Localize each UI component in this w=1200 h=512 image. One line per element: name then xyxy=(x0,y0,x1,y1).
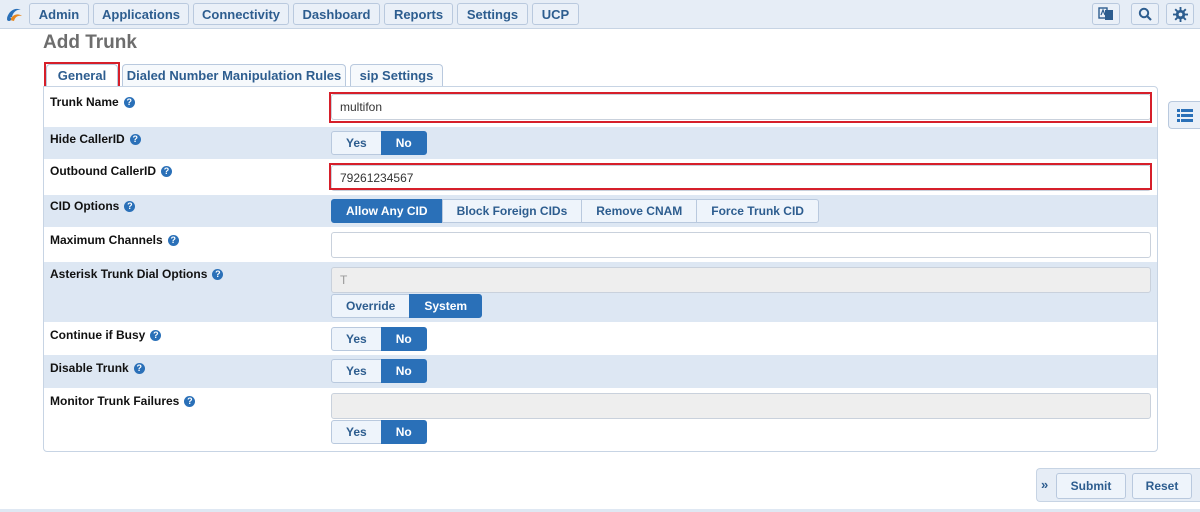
cid-block-foreign[interactable]: Block Foreign CIDs xyxy=(441,199,583,223)
monitor-failures-no[interactable]: No xyxy=(380,420,427,444)
dial-options-toggle: Override System xyxy=(331,294,483,318)
max-channels-label: Maximum Channels xyxy=(50,233,163,247)
search-icon xyxy=(1138,7,1152,21)
tab-sip-settings[interactable]: sip Settings xyxy=(350,64,443,87)
hide-callerid-no[interactable]: No xyxy=(380,131,427,155)
tab-general[interactable]: General xyxy=(46,64,118,87)
nav-connectivity[interactable]: Connectivity xyxy=(193,3,289,25)
translate-icon xyxy=(1098,7,1113,20)
submit-button[interactable]: Submit xyxy=(1056,473,1126,499)
continue-busy-no[interactable]: No xyxy=(380,327,427,351)
cid-allow-any[interactable]: Allow Any CID xyxy=(331,199,443,223)
nav-reports[interactable]: Reports xyxy=(384,3,453,25)
trunk-name-label: Trunk Name xyxy=(50,95,119,109)
tab-dialed-number-manipulation-rules[interactable]: Dialed Number Manipulation Rules xyxy=(122,64,346,87)
outbound-callerid-label: Outbound CallerID xyxy=(50,164,156,178)
continue-busy-yes[interactable]: Yes xyxy=(331,327,382,351)
gear-icon xyxy=(1172,6,1188,22)
settings-button[interactable] xyxy=(1166,3,1194,25)
row-hide-callerid: Hide CallerID? xyxy=(44,127,1157,159)
outbound-callerid-input[interactable]: 79261234567 xyxy=(331,165,1151,191)
help-icon[interactable]: ? xyxy=(184,396,196,407)
dial-options-system[interactable]: System xyxy=(409,294,483,318)
list-icon xyxy=(1176,108,1193,122)
disable-trunk-toggle: Yes No xyxy=(331,359,427,383)
nav-settings[interactable]: Settings xyxy=(457,3,528,25)
help-icon[interactable]: ? xyxy=(123,97,135,108)
help-icon[interactable]: ? xyxy=(150,330,162,341)
help-icon[interactable]: ? xyxy=(124,201,136,212)
trunk-name-input[interactable]: multifon xyxy=(331,94,1151,120)
expand-action-bar-icon[interactable]: » xyxy=(1041,476,1053,494)
dial-options-input[interactable]: T xyxy=(331,267,1151,293)
cid-force-trunk[interactable]: Force Trunk CID xyxy=(696,199,819,223)
nav-applications[interactable]: Applications xyxy=(93,3,189,25)
reset-button[interactable]: Reset xyxy=(1132,473,1192,499)
disable-trunk-yes[interactable]: Yes xyxy=(331,359,382,383)
continue-busy-label: Continue if Busy xyxy=(50,328,146,342)
monitor-failures-input[interactable] xyxy=(331,393,1151,419)
cid-options-toggle: Allow Any CID Block Foreign CIDs Remove … xyxy=(331,199,819,223)
hide-callerid-toggle: Yes No xyxy=(331,131,427,155)
disable-trunk-label: Disable Trunk xyxy=(50,361,129,375)
nav-ucp[interactable]: UCP xyxy=(532,3,579,25)
page-title: Add Trunk xyxy=(43,32,137,53)
top-nav-bar: Admin Applications Connectivity Dashboar… xyxy=(0,0,1200,29)
nav-dashboard[interactable]: Dashboard xyxy=(293,3,380,25)
dial-options-label: Asterisk Trunk Dial Options xyxy=(50,267,208,281)
search-button[interactable] xyxy=(1131,3,1159,25)
monitor-failures-label: Monitor Trunk Failures xyxy=(50,394,180,408)
sidebar-toggle-button[interactable] xyxy=(1168,101,1200,129)
freepbx-logo-icon[interactable] xyxy=(4,4,24,24)
hide-callerid-yes[interactable]: Yes xyxy=(331,131,382,155)
help-icon[interactable]: ? xyxy=(129,134,141,145)
nav-admin[interactable]: Admin xyxy=(29,3,89,25)
help-icon[interactable]: ? xyxy=(161,166,172,177)
dial-options-override[interactable]: Override xyxy=(331,294,411,318)
max-channels-input[interactable] xyxy=(331,232,1151,258)
cid-options-label: CID Options xyxy=(50,199,120,213)
row-disable-trunk: Disable Trunk? xyxy=(44,355,1157,388)
hide-callerid-label: Hide CallerID xyxy=(50,132,125,146)
monitor-failures-toggle: Yes No xyxy=(331,420,427,444)
help-icon[interactable]: ? xyxy=(212,269,224,280)
continue-busy-toggle: Yes No xyxy=(331,327,427,351)
help-icon[interactable]: ? xyxy=(133,363,145,374)
monitor-failures-yes[interactable]: Yes xyxy=(331,420,382,444)
row-continue-busy: Continue if Busy? xyxy=(44,322,1157,355)
help-icon[interactable]: ? xyxy=(167,235,179,246)
disable-trunk-no[interactable]: No xyxy=(380,359,427,383)
language-button[interactable] xyxy=(1092,3,1120,25)
cid-remove-cnam[interactable]: Remove CNAM xyxy=(581,199,698,223)
